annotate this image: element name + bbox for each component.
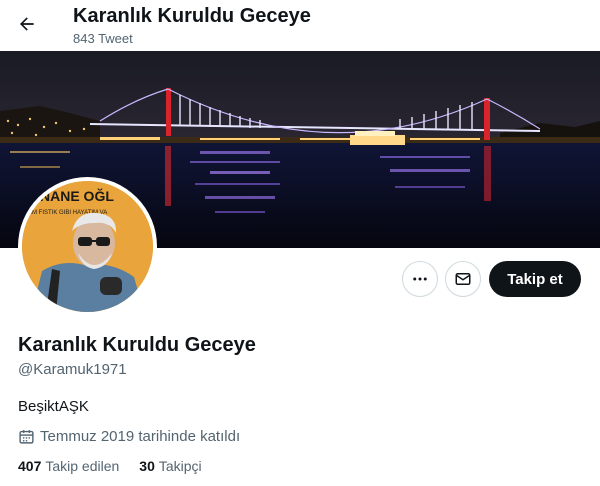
avatar-text-top: NANE OĞL — [40, 187, 114, 204]
followers-link[interactable]: 30 Takipçi — [139, 458, 201, 474]
back-button[interactable] — [12, 9, 42, 39]
avatar-image: NANE OĞL NIM FISTIK GIBI HAYATIM VA — [22, 181, 153, 312]
follow-button[interactable]: Takip et — [489, 261, 581, 297]
join-date-text: Temmuz 2019 tarihinde katıldı — [40, 428, 241, 445]
follow-stats: 407 Takip edilen 30 Takipçi — [18, 458, 222, 474]
header-title: Karanlık Kuruldu Geceye — [73, 5, 311, 27]
calendar-icon — [19, 430, 34, 444]
display-name: Karanlık Kuruldu Geceye — [18, 334, 256, 356]
following-label: Takip edilen — [45, 458, 120, 474]
followers-count: 30 — [139, 458, 155, 474]
tweet-count: 843 Tweet — [73, 31, 133, 46]
bio: BeşiktAŞK — [18, 398, 89, 415]
message-button[interactable] — [445, 261, 481, 297]
avatar[interactable]: NANE OĞL NIM FISTIK GIBI HAYATIM VA — [18, 177, 157, 316]
arrow-left-icon — [20, 17, 34, 31]
envelope-icon — [455, 273, 471, 285]
username-handle: @Karamuk1971 — [18, 361, 127, 378]
top-bar: Karanlık Kuruldu Geceye 843 Tweet — [0, 0, 600, 50]
following-count: 407 — [18, 458, 42, 474]
more-dots-icon — [413, 277, 427, 281]
more-button[interactable] — [402, 261, 438, 297]
following-link[interactable]: 407 Takip edilen — [18, 458, 119, 474]
join-date: Temmuz 2019 tarihinde katıldı — [18, 428, 240, 445]
followers-label: Takipçi — [158, 458, 202, 474]
